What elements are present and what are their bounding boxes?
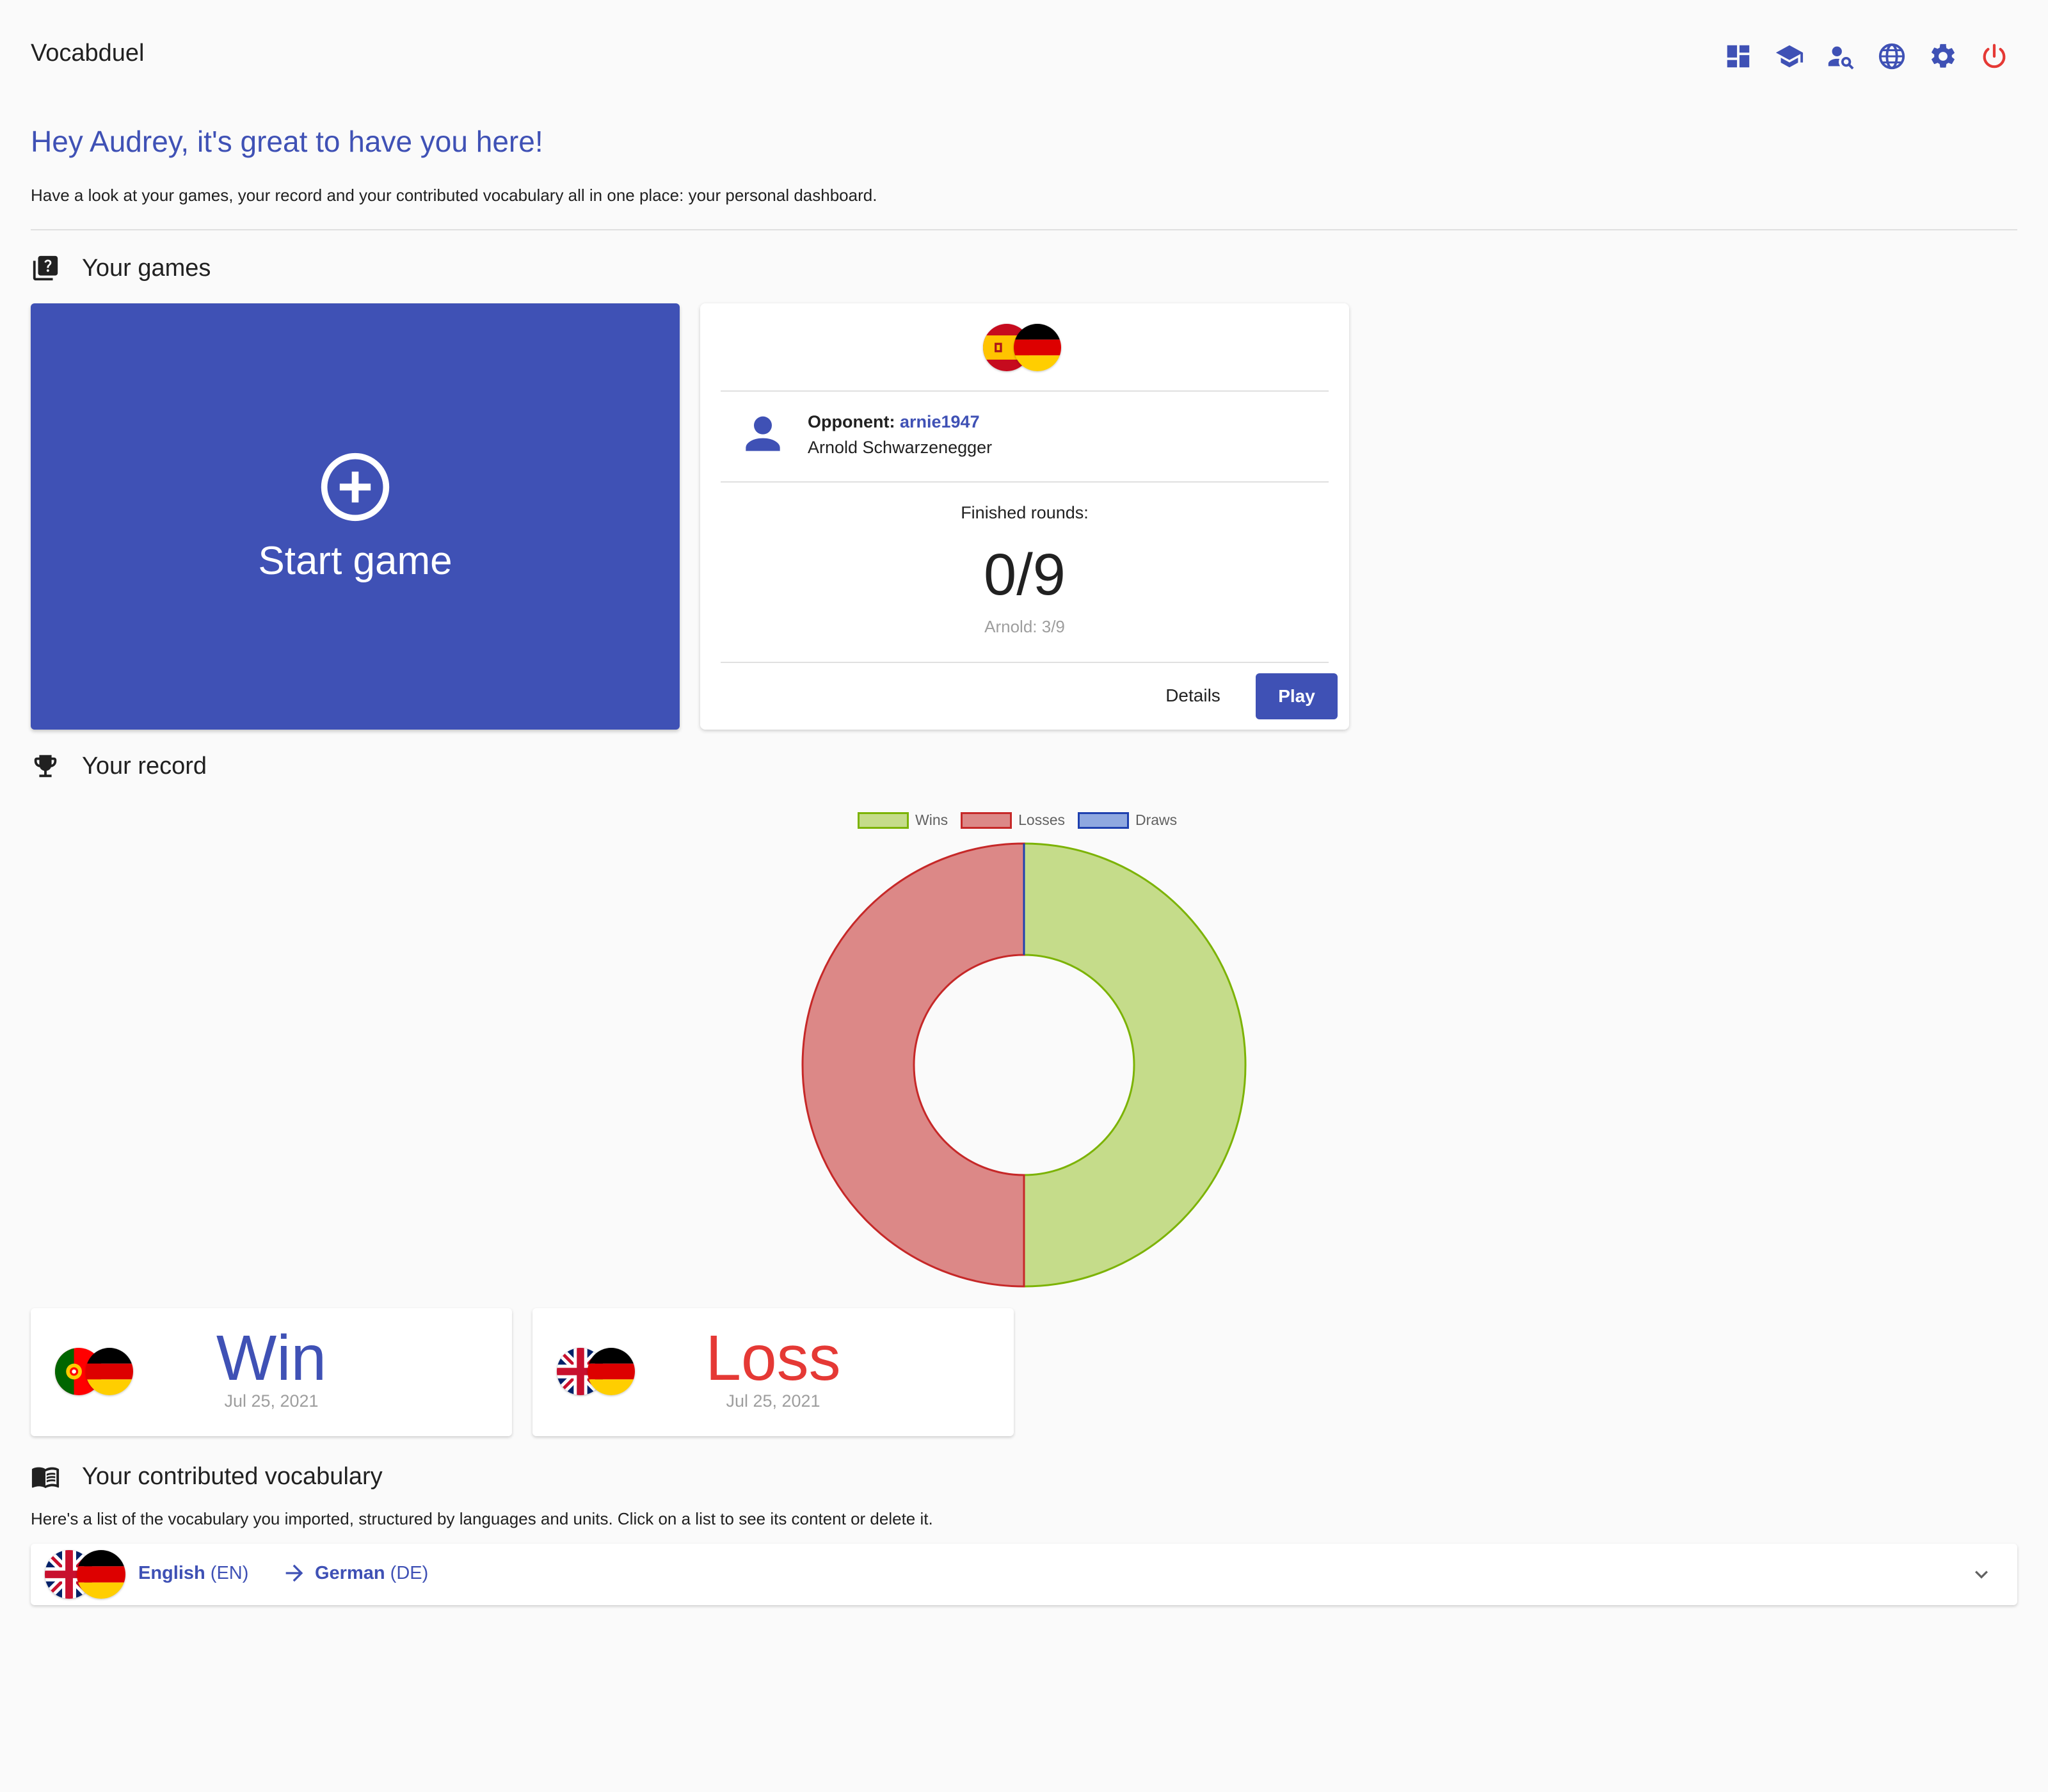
- germany-flag-icon: [1014, 324, 1061, 371]
- book-icon: [31, 1467, 60, 1489]
- donut-slice-losses[interactable]: [801, 842, 1025, 1288]
- games-section-title: Your games: [82, 254, 211, 282]
- record-section-heading: Your record: [31, 751, 207, 781]
- result-text: Loss: [705, 1322, 841, 1394]
- game-card-divider: [721, 481, 1329, 483]
- opponent-line: Opponent: arnie1947: [808, 412, 980, 432]
- target-language: German (DE): [315, 1563, 428, 1584]
- quiz-icon: [33, 255, 58, 281]
- legend-item-losses[interactable]: Losses: [961, 812, 1065, 829]
- chevron-down-icon[interactable]: [1969, 1562, 1994, 1587]
- header-divider: [31, 229, 2017, 230]
- vocab-intro: Here's a list of the vocabulary you impo…: [31, 1509, 933, 1528]
- start-game-card[interactable]: Start game: [31, 303, 680, 730]
- legend-label-losses: Losses: [1018, 812, 1065, 828]
- top-nav-icons: [1720, 38, 2012, 74]
- record-doughnut-chart: [801, 842, 1247, 1288]
- source-language: English (EN): [138, 1563, 248, 1584]
- germany-flag-icon: [77, 1550, 125, 1599]
- game-card-divider: [721, 390, 1329, 392]
- user-search-icon: [1828, 46, 1854, 70]
- dashboard-button[interactable]: [1720, 38, 1756, 74]
- record-section-title: Your record: [82, 752, 207, 780]
- result-card[interactable]: Win Jul 25, 2021: [31, 1308, 512, 1436]
- game-card-divider: [721, 662, 1329, 663]
- legend-item-wins[interactable]: Wins: [858, 812, 948, 829]
- result-card[interactable]: Loss Jul 25, 2021: [532, 1308, 1014, 1436]
- school-icon: [1775, 45, 1804, 68]
- target-language-code: (DE): [390, 1563, 429, 1583]
- legend-label-draws: Draws: [1135, 812, 1178, 828]
- globe-icon: [1878, 43, 1905, 70]
- opponent-label: Opponent:: [808, 412, 895, 431]
- person-icon: [746, 416, 780, 451]
- logout-button[interactable]: [1976, 38, 2012, 74]
- details-button[interactable]: Details: [1148, 675, 1238, 717]
- settings-button[interactable]: [1925, 38, 1961, 74]
- source-language-name: English: [138, 1563, 205, 1583]
- opponent-username-link[interactable]: arnie1947: [900, 412, 980, 431]
- learn-button[interactable]: [1772, 38, 1807, 74]
- language-button[interactable]: [1874, 38, 1910, 74]
- vocab-language-flags: [45, 1550, 125, 1599]
- find-users-button[interactable]: [1823, 38, 1859, 74]
- trophy-icon: [34, 755, 57, 778]
- legend-item-draws[interactable]: Draws: [1078, 812, 1177, 829]
- app-title: Vocabduel: [31, 40, 145, 67]
- dashboard-intro: Have a look at your games, your record a…: [31, 186, 877, 205]
- result-date: Jul 25, 2021: [726, 1391, 820, 1411]
- chart-legend: Wins Losses Draws: [858, 812, 1182, 829]
- result-date: Jul 25, 2021: [224, 1391, 319, 1411]
- add-circle-icon: [321, 452, 390, 521]
- top-app-bar: Vocabduel: [0, 0, 2048, 113]
- opponent-progress: Arnold: 3/9: [984, 617, 1065, 636]
- games-section-heading: Your games: [31, 253, 211, 283]
- dashboard-icon: [1727, 45, 1750, 68]
- legend-swatch-wins: [858, 812, 909, 829]
- source-language-code: (EN): [210, 1563, 249, 1583]
- game-language-flags: [983, 324, 1061, 371]
- vocab-section-heading: Your contributed vocabulary: [31, 1462, 383, 1491]
- play-button[interactable]: Play: [1256, 673, 1338, 719]
- arrow-right-icon: [285, 1564, 303, 1582]
- start-game-label: Start game: [258, 538, 452, 583]
- legend-label-wins: Wins: [915, 812, 948, 828]
- power-icon: [1983, 44, 2006, 68]
- finished-rounds-value: 0/9: [984, 542, 1066, 607]
- vocab-list-expander[interactable]: English (EN) German (DE): [31, 1544, 2017, 1605]
- vocab-section-title: Your contributed vocabulary: [82, 1462, 383, 1490]
- legend-swatch-losses: [961, 812, 1012, 829]
- gear-icon: [1932, 44, 1955, 68]
- legend-swatch-draws: [1078, 812, 1129, 829]
- game-card: Opponent: arnie1947 Arnold Schwarzenegge…: [700, 303, 1349, 730]
- finished-rounds-label: Finished rounds:: [961, 503, 1089, 522]
- donut-slice-wins[interactable]: [1023, 842, 1247, 1288]
- opponent-full-name: Arnold Schwarzenegger: [808, 438, 993, 457]
- result-text: Win: [216, 1322, 327, 1394]
- target-language-name: German: [315, 1563, 385, 1583]
- greeting-heading: Hey Audrey, it's great to have you here!: [31, 125, 543, 158]
